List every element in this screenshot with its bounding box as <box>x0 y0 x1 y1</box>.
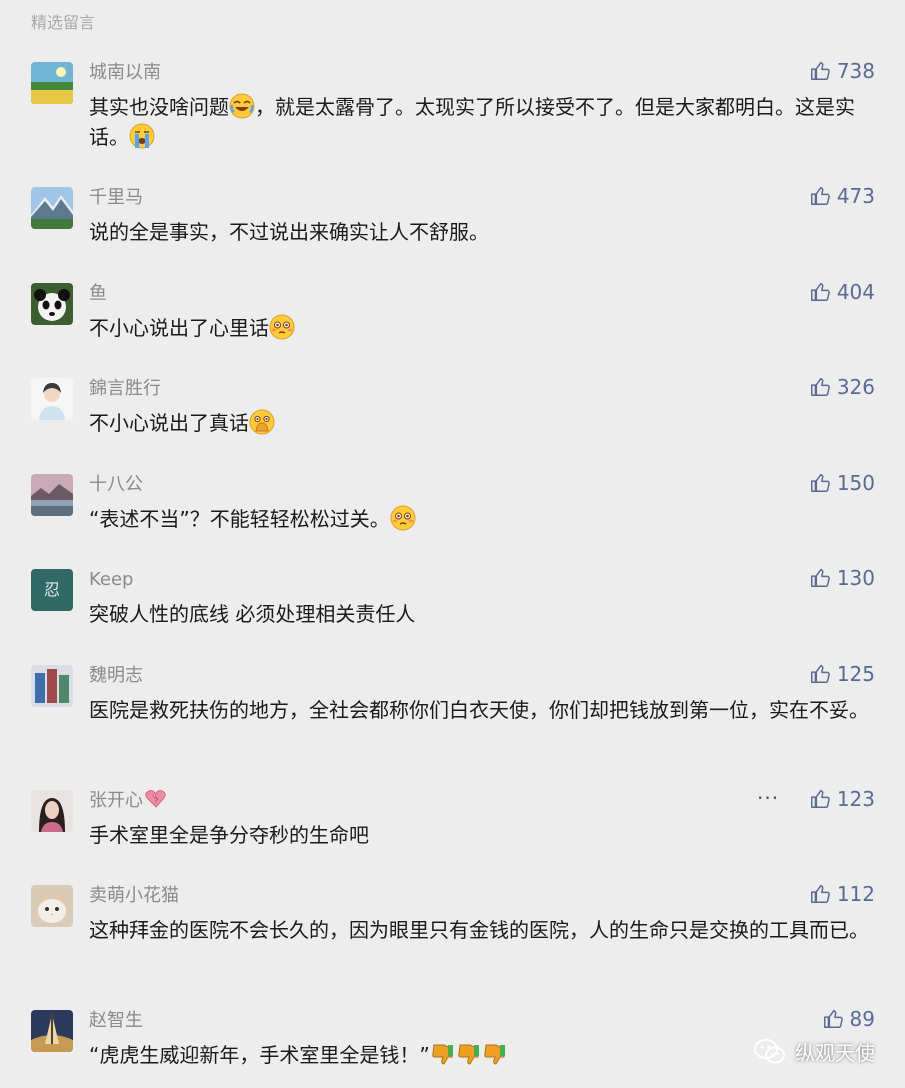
thumbs-up-icon <box>809 472 831 494</box>
like-count: 123 <box>836 787 875 811</box>
thumbs-down-icon <box>456 1041 482 1067</box>
like-count: 326 <box>836 375 875 399</box>
comment-nickname[interactable]: 张开心 <box>89 790 167 812</box>
section-title: 精选留言 <box>31 13 96 32</box>
face-with-tears-of-joy-icon <box>229 93 255 119</box>
comment-text: “表述不当”？不能轻轻松松过关。 <box>89 504 879 534</box>
like-button[interactable]: 130 <box>809 566 875 590</box>
avatar[interactable] <box>31 474 73 516</box>
thumbs-up-icon <box>809 567 831 589</box>
comment-text: 医院是救死扶伤的地方，全社会都称你们白衣天使，你们却把钱放到第一位，实在不妥。 <box>89 698 869 722</box>
like-button[interactable]: 473 <box>809 184 875 208</box>
broken-heart-icon <box>145 790 167 808</box>
avatar[interactable] <box>31 283 73 325</box>
like-button[interactable]: 89 <box>822 1007 875 1031</box>
comment-nickname[interactable]: 千里马 <box>89 187 143 209</box>
comment-text: 说的全是事实，不过说出来确实让人不舒服。 <box>89 220 489 244</box>
avatar[interactable] <box>31 378 73 420</box>
like-button[interactable]: 150 <box>809 471 875 495</box>
thumbs-up-icon <box>822 1008 844 1030</box>
comment-nickname[interactable]: 城南以南 <box>89 62 161 84</box>
like-button[interactable]: 112 <box>809 882 875 906</box>
avatar[interactable]: 忍 <box>31 569 73 611</box>
face-with-hand-over-mouth-icon <box>249 409 275 435</box>
comment-nickname[interactable]: 錦言胜行 <box>89 378 161 400</box>
thumbs-down-icon <box>430 1041 456 1067</box>
like-button[interactable]: 123 <box>809 787 875 811</box>
like-button[interactable]: 125 <box>809 662 875 686</box>
wechat-icon <box>753 1038 787 1066</box>
loudly-crying-face-icon <box>129 123 155 149</box>
flushed-face-icon <box>269 314 295 340</box>
comment-text: 其实也没啥问题 ，就是太露骨了。太现实了所以接受不了。但是大家都明白。这是实话。 <box>89 93 855 149</box>
avatar[interactable] <box>31 187 73 229</box>
avatar[interactable] <box>31 885 73 927</box>
comment-text: 不小心说出了心里话 <box>89 313 879 343</box>
avatar[interactable] <box>31 1010 73 1052</box>
comment-nickname[interactable]: 魏明志 <box>89 665 143 687</box>
comment-text: 手术室里全是争分夺秒的生命吧 <box>89 823 369 847</box>
thumbs-down-icon <box>482 1041 508 1067</box>
like-count: 404 <box>836 280 875 304</box>
comment-nickname[interactable]: 卖萌小花猫 <box>89 885 179 907</box>
avatar-glyph: 忍 <box>44 580 60 599</box>
watermark-text: 纵观天使 <box>795 1041 875 1065</box>
like-button[interactable]: 738 <box>809 59 875 83</box>
like-count: 130 <box>836 566 875 590</box>
like-button[interactable]: 404 <box>809 280 875 304</box>
like-count: 473 <box>836 184 875 208</box>
comment-nickname[interactable]: 鱼 <box>89 283 107 305</box>
like-count: 150 <box>836 471 875 495</box>
like-count: 125 <box>836 662 875 686</box>
like-count: 738 <box>836 59 875 83</box>
avatar[interactable] <box>31 790 73 832</box>
comment-text: 突破人性的底线 必须处理相关责任人 <box>89 602 416 626</box>
thumbs-up-icon <box>809 788 831 810</box>
flushed-face-icon <box>390 505 416 531</box>
watermark: 纵观天使 <box>753 1037 875 1066</box>
thumbs-up-icon <box>809 185 831 207</box>
like-button[interactable]: 326 <box>809 375 875 399</box>
comment-text: 不小心说出了真话 <box>89 408 879 438</box>
comment-nickname[interactable]: 十八公 <box>89 474 143 496</box>
thumbs-up-icon <box>809 281 831 303</box>
thumbs-up-icon <box>809 663 831 685</box>
like-count: 112 <box>836 882 875 906</box>
like-count: 89 <box>849 1007 875 1031</box>
comment-nickname[interactable]: Keep <box>89 569 133 591</box>
more-options-button[interactable]: ··· <box>757 788 779 808</box>
avatar[interactable] <box>31 665 73 707</box>
thumbs-up-icon <box>809 376 831 398</box>
thumbs-up-icon <box>809 883 831 905</box>
comment-text: 这种拜金的医院不会长久的，因为眼里只有金钱的医院，人的生命只是交换的工具而已。 <box>89 918 869 942</box>
avatar[interactable] <box>31 62 73 104</box>
thumbs-up-icon <box>809 60 831 82</box>
comment-nickname[interactable]: 赵智生 <box>89 1010 143 1032</box>
